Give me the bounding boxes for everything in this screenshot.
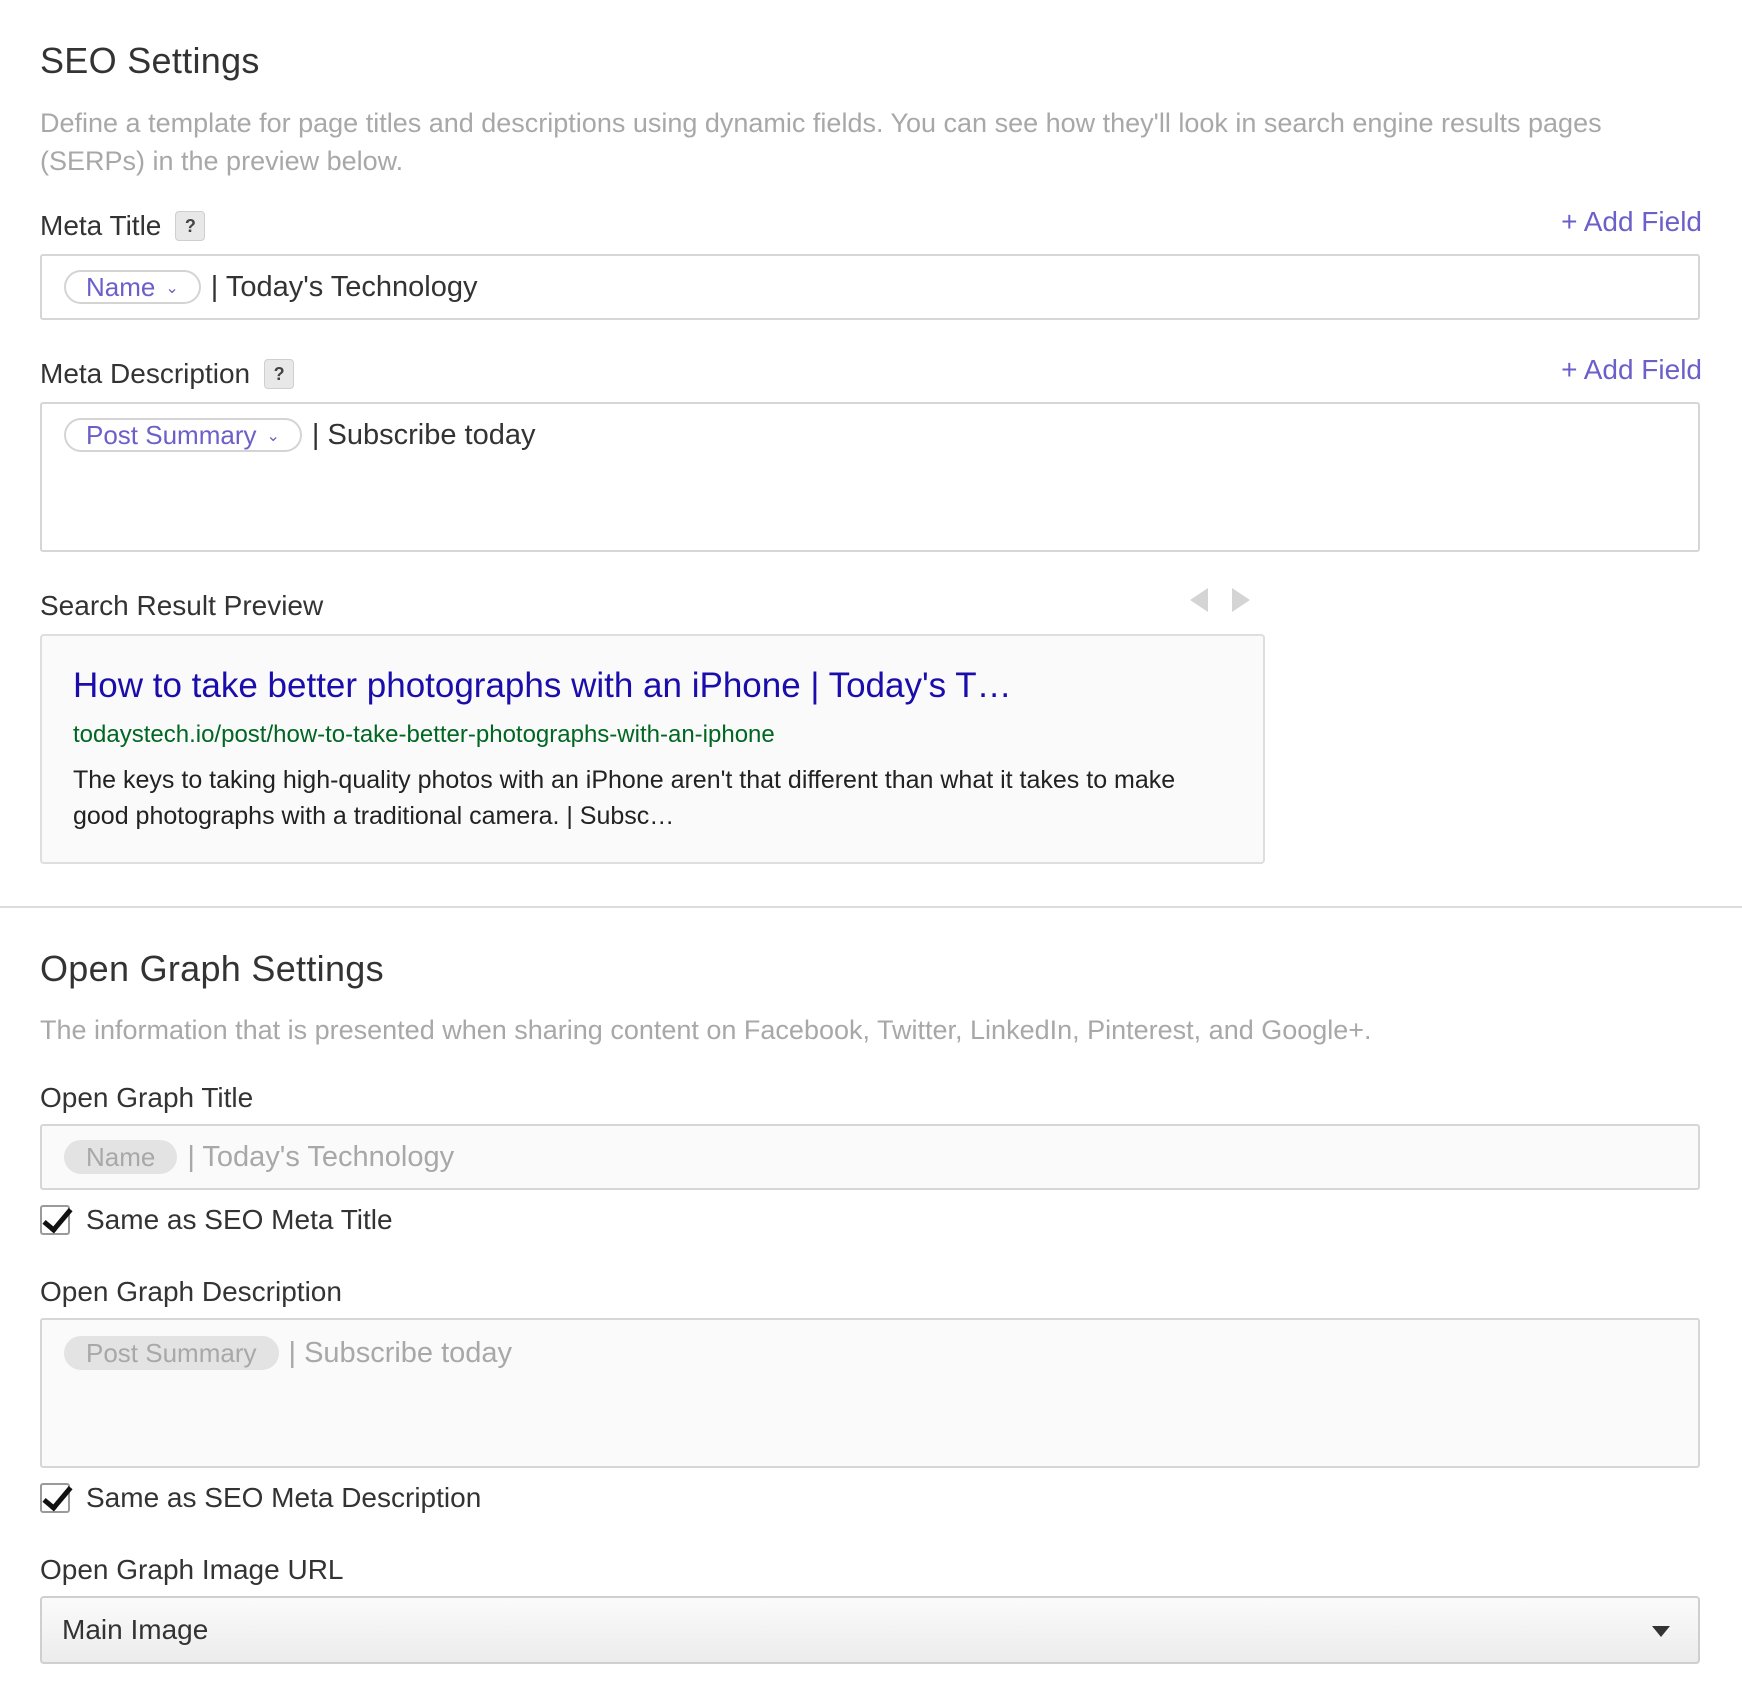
- same-as-seo-meta-description-row[interactable]: Same as SEO Meta Description: [40, 1482, 481, 1514]
- open-graph-description-label: Open Graph Description: [40, 1276, 342, 1308]
- search-result-preview-card: How to take better photographs with an i…: [40, 634, 1265, 864]
- meta-title-label-text: Meta Title: [40, 210, 162, 241]
- open-graph-description-input[interactable]: Post Summary | Subscribe today: [40, 1318, 1700, 1468]
- meta-description-label-text: Meta Description: [40, 358, 251, 389]
- arrow-left-icon[interactable]: [1190, 588, 1208, 612]
- open-graph-image-url-label: Open Graph Image URL: [40, 1554, 344, 1586]
- meta-description-suffix: | Subscribe today: [311, 419, 536, 451]
- same-as-seo-meta-title-row[interactable]: Same as SEO Meta Title: [40, 1204, 393, 1236]
- same-as-seo-meta-title-label: Same as SEO Meta Title: [86, 1204, 393, 1235]
- meta-description-help-icon[interactable]: ?: [264, 359, 295, 389]
- open-graph-title-name-token: Name: [64, 1140, 178, 1174]
- open-graph-image-url-label-text: Open Graph Image URL: [40, 1554, 344, 1585]
- open-graph-title-suffix: | Today's Technology: [187, 1141, 455, 1173]
- chevron-down-icon: ⌄: [165, 280, 179, 297]
- preview-description: The keys to taking high-quality photos w…: [73, 766, 1176, 830]
- meta-title-suffix: | Today's Technology: [210, 271, 478, 303]
- meta-description-input[interactable]: Post Summary ⌄ | Subscribe today: [40, 402, 1700, 552]
- preview-nav: [1190, 588, 1250, 612]
- chevron-down-icon: ⌄: [266, 428, 280, 445]
- meta-title-name-token[interactable]: Name ⌄: [64, 270, 201, 304]
- meta-title-help-icon[interactable]: ?: [175, 211, 206, 241]
- preview-url: todaystech.io/post/how-to-take-better-ph…: [73, 721, 775, 748]
- same-as-seo-meta-description-checkbox[interactable]: [40, 1483, 70, 1513]
- meta-description-post-summary-token[interactable]: Post Summary ⌄: [64, 418, 302, 452]
- caret-down-icon: [1652, 1626, 1670, 1637]
- open-graph-image-url-select[interactable]: Main Image: [40, 1596, 1700, 1664]
- meta-title-input[interactable]: Name ⌄ | Today's Technology: [40, 254, 1700, 320]
- seo-settings-description: Define a template for page titles and de…: [40, 108, 1602, 176]
- search-result-preview-label: Search Result Preview: [40, 590, 323, 622]
- open-graph-description-post-summary-token: Post Summary: [64, 1336, 279, 1370]
- open-graph-settings-description: The information that is presented when s…: [40, 1015, 1372, 1045]
- open-graph-image-url-selected: Main Image: [62, 1614, 209, 1645]
- arrow-right-icon[interactable]: [1232, 588, 1250, 612]
- section-divider: [0, 906, 1742, 908]
- preview-title: How to take better photographs with an i…: [73, 666, 1012, 705]
- open-graph-title-input[interactable]: Name | Today's Technology: [40, 1124, 1700, 1190]
- meta-description-label: Meta Description ?: [40, 358, 295, 390]
- meta-title-add-field-link[interactable]: + Add Field: [1561, 206, 1702, 238]
- open-graph-settings-heading: Open Graph Settings: [40, 948, 384, 989]
- meta-description-add-field-link[interactable]: + Add Field: [1561, 354, 1702, 386]
- meta-title-label: Meta Title ?: [40, 210, 206, 242]
- seo-settings-heading: SEO Settings: [40, 40, 260, 81]
- same-as-seo-meta-description-label: Same as SEO Meta Description: [86, 1482, 482, 1513]
- search-result-preview-label-text: Search Result Preview: [40, 590, 324, 621]
- open-graph-title-label: Open Graph Title: [40, 1082, 253, 1114]
- open-graph-description-suffix: | Subscribe today: [288, 1337, 513, 1369]
- meta-description-token-label: Post Summary: [86, 419, 257, 450]
- open-graph-title-label-text: Open Graph Title: [40, 1082, 254, 1113]
- same-as-seo-meta-title-checkbox[interactable]: [40, 1205, 70, 1235]
- meta-title-token-label: Name: [86, 271, 156, 302]
- open-graph-description-label-text: Open Graph Description: [40, 1276, 342, 1307]
